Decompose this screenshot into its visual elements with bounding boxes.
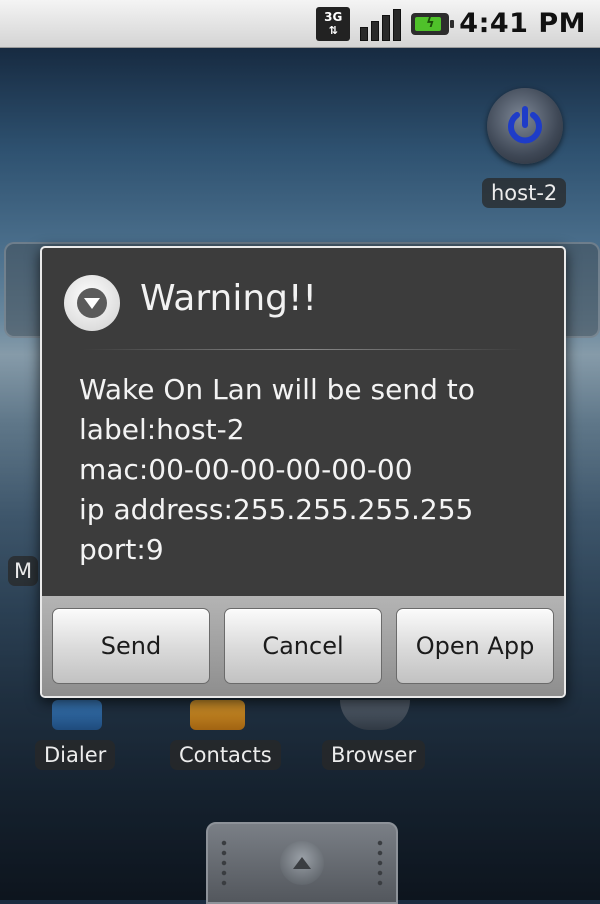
network-type: 3G xyxy=(324,9,343,24)
app-drawer-handle[interactable] xyxy=(206,822,398,904)
message-line: port:9 xyxy=(79,533,164,566)
dialog-header: Warning!! xyxy=(42,248,564,352)
open-app-button[interactable]: Open App xyxy=(396,608,554,684)
network-3g-icon: 3G ⇅ xyxy=(316,6,351,41)
contacts-app-icon[interactable] xyxy=(190,700,245,730)
network-activity-icon: ⇅ xyxy=(328,23,338,37)
status-bar: 3G ⇅ ϟ 4:41 PM xyxy=(0,0,600,48)
cancel-button[interactable]: Cancel xyxy=(224,608,382,684)
dialog-message: Wake On Lan will be send to label:host-2… xyxy=(42,352,564,570)
battery-charging-icon: ϟ xyxy=(411,12,455,35)
alert-icon xyxy=(64,275,120,331)
grip-dots-icon xyxy=(220,838,228,888)
dialog-title: Warning!! xyxy=(140,278,317,319)
browser-label[interactable]: Browser xyxy=(322,740,426,770)
shortcut-label[interactable]: host-2 xyxy=(482,178,567,208)
dialog-button-bar: Send Cancel Open App xyxy=(42,596,564,696)
message-line: mac:00-00-00-00-00-00 xyxy=(79,453,413,486)
dialer-app-icon[interactable] xyxy=(52,700,102,730)
chevron-up-icon[interactable] xyxy=(280,841,324,885)
grip-dots-icon xyxy=(376,838,384,888)
dialer-label[interactable]: Dialer xyxy=(35,740,116,770)
message-line: Wake On Lan will be send to xyxy=(79,373,475,406)
message-line: ip address:255.255.255.255 xyxy=(79,493,474,526)
host-shortcut-power-icon[interactable] xyxy=(487,88,563,164)
clock: 4:41 PM xyxy=(459,8,586,39)
message-line: label:host-2 xyxy=(79,413,245,446)
signal-strength-icon xyxy=(360,7,402,41)
partial-app-label: M xyxy=(8,556,39,586)
warning-dialog: Warning!! Wake On Lan will be send to la… xyxy=(40,246,566,698)
title-divider xyxy=(82,349,524,350)
send-button[interactable]: Send xyxy=(52,608,210,684)
contacts-label[interactable]: Contacts xyxy=(170,740,281,770)
charging-bolt-icon: ϟ xyxy=(425,16,435,31)
